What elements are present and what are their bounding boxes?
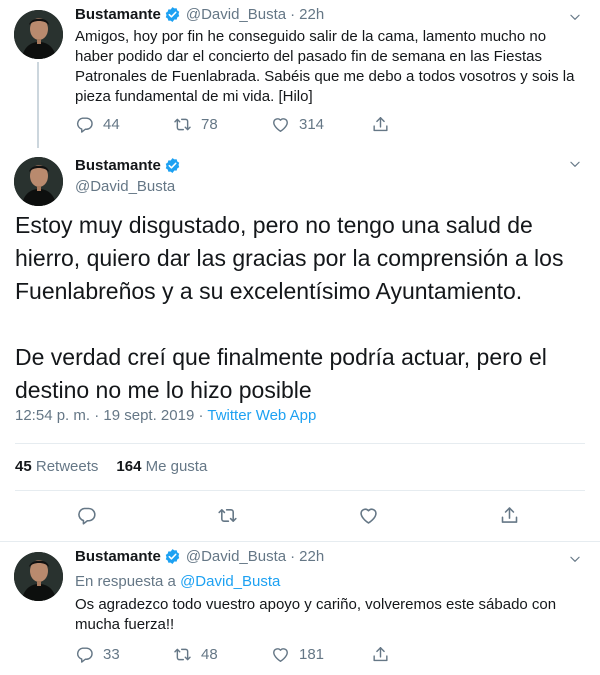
- chevron-down-icon[interactable]: [568, 157, 582, 171]
- tweet-2-main: Bustamante @David_Busta Estoy muy disgus…: [0, 147, 600, 542]
- retweet-count: 78: [201, 115, 218, 133]
- tweet-paragraph: De verdad creí que finalmente podría act…: [15, 344, 547, 403]
- tweet-time[interactable]: 22h: [299, 548, 324, 565]
- reply-mention[interactable]: @David_Busta: [180, 573, 280, 590]
- tweet-source[interactable]: Twitter Web App: [207, 407, 316, 424]
- separator-dot: ·: [290, 548, 296, 565]
- retweet-icon: [173, 645, 192, 664]
- share-button[interactable]: [371, 115, 390, 134]
- like-count: 314: [299, 115, 325, 133]
- reply-icon: [75, 115, 94, 134]
- avatar[interactable]: [14, 10, 63, 59]
- tweet-stats: 45 Retweets 164 Me gusta: [15, 458, 207, 475]
- retweet-count: 48: [201, 645, 218, 663]
- separator-dot: ·: [194, 407, 208, 424]
- retweets-stat[interactable]: 45 Retweets: [15, 458, 98, 475]
- retweets-label: Retweets: [35, 458, 99, 475]
- author-name[interactable]: Bustamante: [75, 155, 161, 176]
- tweet-text: Os agradezco todo vuestro apoyo y cariño…: [75, 596, 557, 633]
- reply-button[interactable]: 44: [75, 115, 120, 134]
- likes-count: 164: [116, 458, 142, 475]
- retweet-button[interactable]: [217, 505, 238, 526]
- share-icon: [371, 115, 390, 134]
- reply-button[interactable]: [76, 505, 97, 526]
- tweet-paragraph: Estoy muy disgustado, pero no tengo una …: [15, 212, 564, 304]
- reply-icon: [76, 505, 97, 526]
- tweet-header: Bustamante @David_Busta · 22h: [75, 548, 324, 565]
- tweet-1[interactable]: Bustamante @David_Busta · 22h Amigos, ho…: [0, 0, 600, 148]
- reply-context: En respuesta a @David_Busta: [75, 573, 280, 590]
- like-icon: [358, 505, 379, 526]
- like-button[interactable]: [358, 505, 379, 526]
- like-button[interactable]: 314: [271, 115, 324, 134]
- author-handle[interactable]: @David_Busta: [75, 176, 181, 197]
- share-button[interactable]: [499, 505, 520, 526]
- like-icon: [271, 645, 290, 664]
- verified-badge-icon: [164, 157, 181, 174]
- likes-label: Me gusta: [145, 458, 208, 475]
- share-icon: [499, 505, 520, 526]
- author-name[interactable]: Bustamante: [75, 6, 161, 23]
- divider: [15, 490, 585, 491]
- tweet-text: Estoy muy disgustado, pero no tengo una …: [15, 209, 580, 407]
- verified-badge-icon: [164, 6, 181, 23]
- reply-prefix: En respuesta a: [75, 573, 176, 590]
- tweet-header: Bustamante @David_Busta: [75, 155, 181, 197]
- retweet-button[interactable]: 48: [173, 645, 218, 664]
- tweet-timestamp[interactable]: 12:54 p. m. · 19 sept. 2019: [15, 407, 194, 424]
- like-count: 181: [299, 645, 325, 663]
- retweet-icon: [173, 115, 192, 134]
- separator-dot: ·: [290, 6, 296, 23]
- reply-count: 44: [103, 115, 120, 133]
- like-icon: [271, 115, 290, 134]
- author-handle[interactable]: @David_Busta: [186, 6, 286, 23]
- retweet-icon: [217, 505, 238, 526]
- like-button[interactable]: 181: [271, 645, 324, 664]
- tweet-text: Amigos, hoy por fin he conseguido salir …: [75, 28, 575, 105]
- tweet-actions: [0, 505, 600, 529]
- reply-icon: [75, 645, 94, 664]
- author-handle[interactable]: @David_Busta: [186, 548, 286, 565]
- retweet-button[interactable]: 78: [173, 115, 218, 134]
- chevron-down-icon[interactable]: [568, 10, 582, 24]
- share-icon: [371, 645, 390, 664]
- reply-button[interactable]: 33: [75, 645, 120, 664]
- tweet-3[interactable]: Bustamante @David_Busta · 22h En respues…: [0, 542, 600, 675]
- tweet-header: Bustamante @David_Busta · 22h: [75, 6, 324, 23]
- verified-badge-icon: [164, 548, 181, 565]
- avatar[interactable]: [14, 157, 63, 206]
- tweet-meta: 12:54 p. m. · 19 sept. 2019 · Twitter We…: [15, 407, 316, 424]
- share-button[interactable]: [371, 645, 390, 664]
- retweets-count: 45: [15, 458, 32, 475]
- tweet-time[interactable]: 22h: [299, 6, 324, 23]
- avatar[interactable]: [14, 552, 63, 601]
- thread-line: [37, 62, 39, 148]
- divider: [15, 443, 585, 444]
- likes-stat[interactable]: 164 Me gusta: [116, 458, 207, 475]
- chevron-down-icon[interactable]: [568, 552, 582, 566]
- reply-count: 33: [103, 645, 120, 663]
- author-name[interactable]: Bustamante: [75, 548, 161, 565]
